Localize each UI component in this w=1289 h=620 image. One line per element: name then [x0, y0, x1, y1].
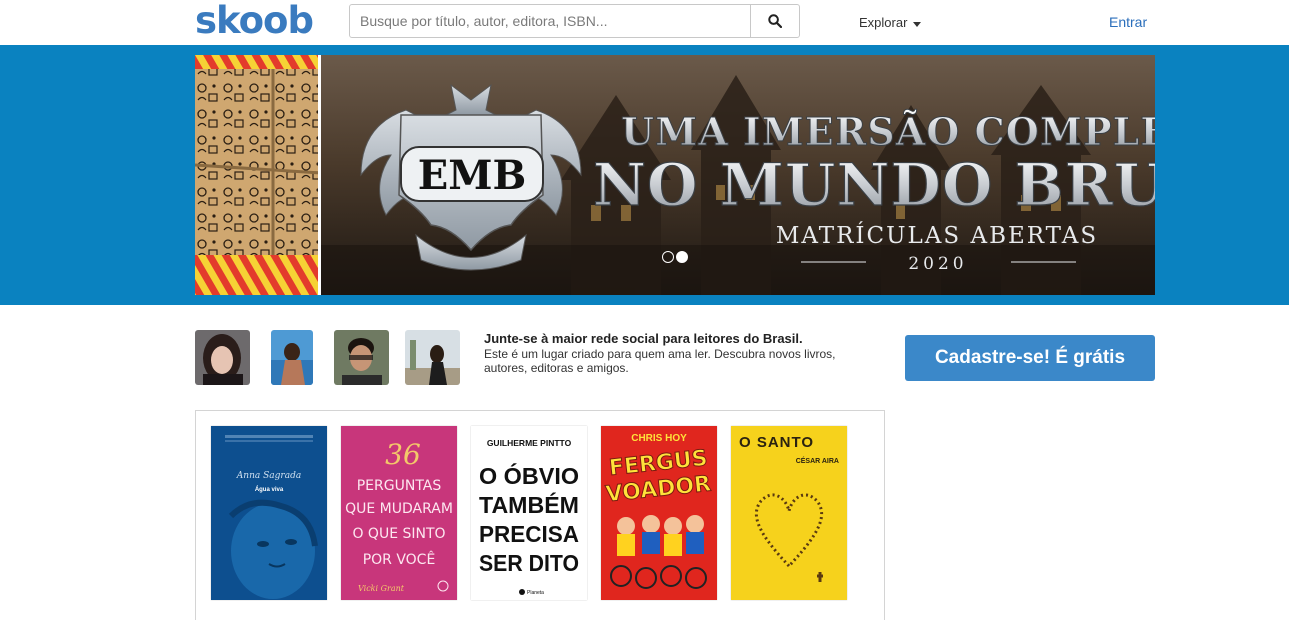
avatar[interactable] [334, 330, 389, 385]
search-input[interactable] [350, 5, 750, 37]
book-title-line: TAMBÉM [479, 491, 579, 518]
book-title-line: PERGUNTAS [357, 478, 442, 494]
book-author: CÉSAR AIRA [796, 456, 839, 465]
book-publisher: Planeta [527, 590, 544, 596]
avatar[interactable] [405, 330, 460, 385]
banner-headline-1: UMA IMERSÃO COMPLET [621, 109, 1155, 154]
book-title-line: O QUE SINTO [352, 526, 445, 542]
carousel-dot-2[interactable] [676, 251, 688, 263]
book-cover[interactable]: O SANTO CÉSAR AIRA [731, 426, 847, 600]
book-author: Anna Sagrada [236, 471, 301, 481]
book-author: GUILHERME PINTTO [487, 438, 572, 448]
join-description: Este é um lugar criado para quem ama ler… [484, 347, 836, 375]
join-title: Junte-se à maior rede social para leitor… [484, 331, 803, 346]
book-title: Água viva [255, 486, 284, 493]
book-title-line: POR VOCÊ [363, 550, 436, 568]
book-cover[interactable]: Anna Sagrada Água viva [211, 426, 327, 600]
book-title: O SANTO [739, 434, 814, 451]
explore-menu[interactable]: Explorar [859, 15, 922, 30]
avatar[interactable] [271, 330, 313, 385]
book-title-line: PRECISA [479, 521, 579, 547]
skoob-logo[interactable]: skoob [195, 0, 314, 42]
books-panel: Anna Sagrada Água viva 36 PERGUNTAS QUE … [195, 410, 885, 620]
avatar[interactable] [195, 330, 250, 385]
top-header: skoob Explorar Entrar [0, 0, 1289, 45]
book-number: 36 [385, 438, 421, 471]
book-author: CHRIS HOY [631, 433, 687, 444]
explore-label: Explorar [859, 15, 908, 30]
search-bar [349, 4, 800, 38]
previous-slide-image [195, 55, 321, 295]
book-cover[interactable]: CHRIS HOY FERGUS VOADOR [601, 426, 717, 600]
banner-subtitle: MATRÍCULAS ABERTAS [776, 222, 1098, 249]
current-slide: EMB UMA IMERSÃO COMPLET NO MUNDO BRUX MA… [321, 55, 1155, 295]
banner-year: 2020 [908, 254, 967, 274]
carousel-dot-1[interactable] [662, 251, 674, 263]
book-title-line: QUE MUDARAM [345, 501, 453, 517]
banner-carousel[interactable]: EMB UMA IMERSÃO COMPLET NO MUNDO BRUX MA… [195, 55, 1155, 295]
book-cover[interactable]: 36 PERGUNTAS QUE MUDARAM O QUE SINTO POR… [341, 426, 457, 600]
search-icon [768, 14, 782, 28]
banner-headline-2: NO MUNDO BRUX [593, 151, 1155, 219]
login-link[interactable]: Entrar [1109, 14, 1147, 30]
carousel-dots [662, 251, 688, 263]
signup-button[interactable]: Cadastre-se! É grátis [905, 335, 1155, 381]
search-button[interactable] [750, 5, 799, 37]
book-title-line: SER DITO [479, 550, 579, 576]
banner-band: EMB UMA IMERSÃO COMPLET NO MUNDO BRUX MA… [0, 45, 1289, 305]
book-cover[interactable]: GUILHERME PINTTO O ÓBVIO TAMBÉM PRECISA … [471, 426, 587, 600]
caret-down-icon [913, 21, 922, 27]
book-author: Vicki Grant [358, 584, 405, 593]
emb-text: EMB [418, 152, 527, 199]
book-title-line: O ÓBVIO [479, 462, 579, 489]
